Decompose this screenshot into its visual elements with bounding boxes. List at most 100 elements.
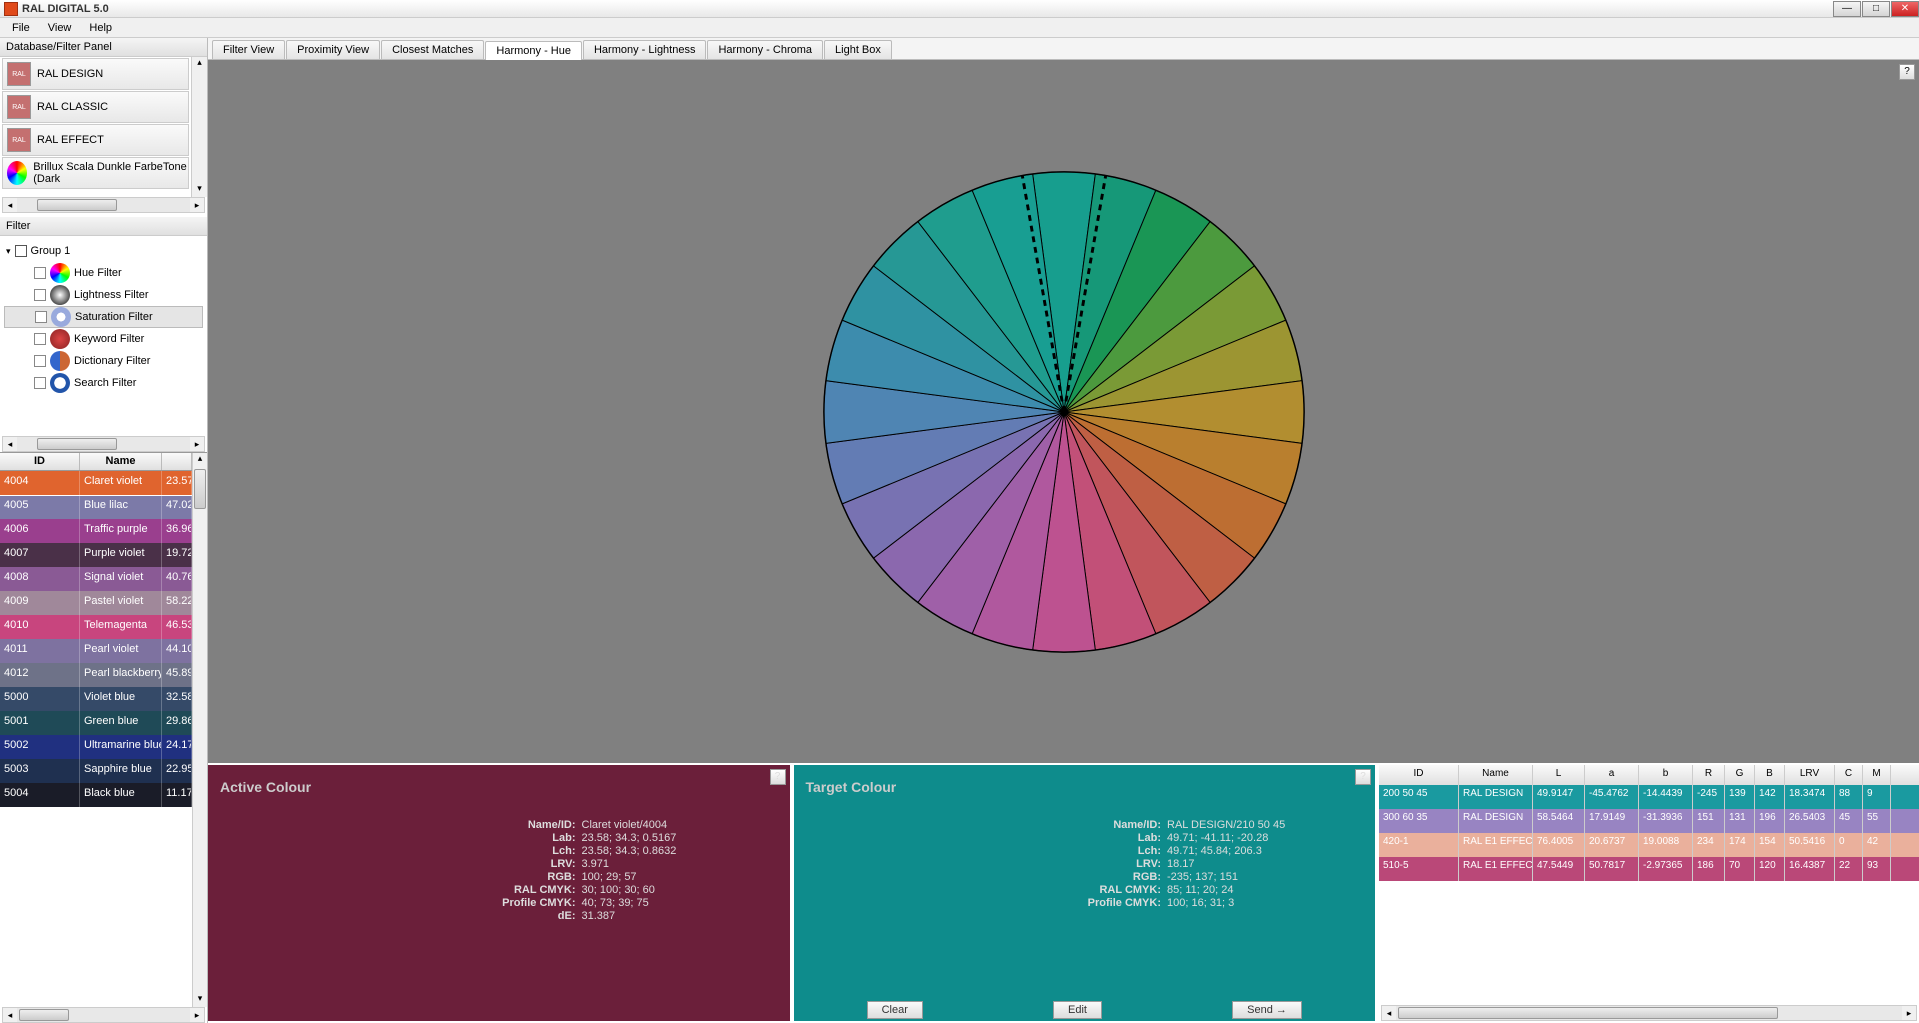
- menu-help[interactable]: Help: [81, 20, 120, 36]
- db-label: RAL DESIGN: [37, 68, 103, 80]
- field-value: 100; 29; 57: [582, 871, 782, 883]
- results-row-0[interactable]: 200 50 45RAL DESIGN49.9147-45.4762-14.44…: [1379, 785, 1919, 809]
- filter-checkbox[interactable]: [35, 311, 47, 323]
- filter-checkbox[interactable]: [34, 355, 46, 367]
- color-row-4005[interactable]: 4005Blue lilac47.024: [0, 495, 192, 519]
- field-value: 31.387: [582, 910, 782, 922]
- color-row-4009[interactable]: 4009Pastel violet58.22: [0, 591, 192, 615]
- active-help-button[interactable]: ?: [770, 769, 786, 785]
- field-key: LRV:: [1021, 858, 1161, 870]
- tab-light-box[interactable]: Light Box: [824, 40, 892, 59]
- clear-button[interactable]: Clear: [867, 1001, 923, 1019]
- results-header-ID[interactable]: ID: [1379, 765, 1459, 785]
- maximize-button[interactable]: □: [1862, 1, 1890, 17]
- filter-checkbox[interactable]: [34, 267, 46, 279]
- field-value: RAL DESIGN/210 50 45: [1167, 819, 1367, 831]
- db-item-1[interactable]: RALRAL CLASSIC: [2, 91, 189, 123]
- filter-keyword-filter[interactable]: Keyword Filter: [4, 328, 203, 350]
- canvas-help-button[interactable]: ?: [1899, 64, 1915, 80]
- tab-harmony-lightness[interactable]: Harmony - Lightness: [583, 40, 707, 59]
- color-row-4008[interactable]: 4008Signal violet40.76: [0, 567, 192, 591]
- color-wheel-icon: [7, 161, 27, 185]
- db-hscroll[interactable]: ◂▸: [2, 197, 205, 213]
- field-value: 30; 100; 30; 60: [582, 884, 782, 896]
- window-title: RAL DIGITAL 5.0: [22, 3, 1832, 15]
- results-header-L[interactable]: L: [1533, 765, 1585, 785]
- color-row-4006[interactable]: 4006Traffic purple36.964: [0, 519, 192, 543]
- results-header-b[interactable]: b: [1639, 765, 1693, 785]
- color-row-5002[interactable]: 5002Ultramarine blue24.178: [0, 735, 192, 759]
- results-header-Name[interactable]: Name: [1459, 765, 1533, 785]
- filter-saturation-filter[interactable]: Saturation Filter: [4, 306, 203, 328]
- field-value: 40; 73; 39; 75: [582, 897, 782, 909]
- tab-harmony-hue[interactable]: Harmony - Hue: [485, 41, 582, 60]
- results-hscroll[interactable]: ◂▸: [1381, 1005, 1917, 1021]
- field-key: RAL CMYK:: [436, 884, 576, 896]
- group-icon: [15, 245, 27, 257]
- edit-button[interactable]: Edit: [1053, 1001, 1102, 1019]
- filter-checkbox[interactable]: [34, 333, 46, 345]
- color-row-4004[interactable]: 4004Claret violet23.578: [0, 471, 192, 495]
- menu-file[interactable]: File: [4, 20, 38, 36]
- db-item-2[interactable]: RALRAL EFFECT: [2, 124, 189, 156]
- tab-harmony-chroma[interactable]: Harmony - Chroma: [707, 40, 823, 59]
- results-row-3[interactable]: 510-5RAL E1 EFFECT47.544950.7817-2.97365…: [1379, 857, 1919, 881]
- field-key: Profile CMYK:: [1021, 897, 1161, 909]
- db-item-3[interactable]: Brillux Scala Dunkle FarbeTone (Dark: [2, 157, 189, 189]
- view-tabs: Filter ViewProximity ViewClosest Matches…: [208, 38, 1919, 60]
- menu-view[interactable]: View: [40, 20, 80, 36]
- tab-proximity-view[interactable]: Proximity View: [286, 40, 380, 59]
- results-header-C[interactable]: C: [1835, 765, 1863, 785]
- hue-wheel[interactable]: [819, 167, 1309, 657]
- hue-wheel-canvas: ?: [208, 60, 1919, 763]
- swatch-icon: RAL: [7, 95, 31, 119]
- results-row-2[interactable]: 420-1RAL E1 EFFECT76.400520.673719.00882…: [1379, 833, 1919, 857]
- field-key: Name/ID:: [436, 819, 576, 831]
- filter-group[interactable]: ▾ Group 1: [4, 240, 203, 262]
- color-row-5001[interactable]: 5001Green blue29.865: [0, 711, 192, 735]
- color-row-5000[interactable]: 5000Violet blue32.58: [0, 687, 192, 711]
- filter-label: Keyword Filter: [74, 333, 144, 345]
- target-colour-panel: ? Target Colour Name/ID:RAL DESIGN/210 5…: [794, 765, 1376, 1021]
- filter-hue-filter[interactable]: Hue Filter: [4, 262, 203, 284]
- expand-icon[interactable]: ▾: [6, 246, 11, 257]
- color-row-4011[interactable]: 4011Pearl violet44.10: [0, 639, 192, 663]
- filter-search-filter[interactable]: Search Filter: [4, 372, 203, 394]
- active-colour-title: Active Colour: [220, 779, 782, 795]
- results-header-M[interactable]: M: [1863, 765, 1891, 785]
- minimize-button[interactable]: —: [1833, 1, 1861, 17]
- filter-header: Filter: [0, 217, 207, 236]
- filter-checkbox[interactable]: [34, 289, 46, 301]
- db-vscroll[interactable]: ▴▾: [191, 57, 207, 197]
- tab-closest-matches[interactable]: Closest Matches: [381, 40, 484, 59]
- filter-icon: [50, 373, 70, 393]
- send-button[interactable]: Send →: [1232, 1001, 1302, 1019]
- db-panel-header: Database/Filter Panel: [0, 38, 207, 57]
- group-label: Group 1: [31, 245, 71, 257]
- filter-label: Dictionary Filter: [74, 355, 150, 367]
- colors-vscroll[interactable]: ▴▾: [192, 453, 207, 1007]
- results-header-G[interactable]: G: [1725, 765, 1755, 785]
- close-button[interactable]: ✕: [1891, 1, 1919, 17]
- results-header-LRV[interactable]: LRV: [1785, 765, 1835, 785]
- results-header-B[interactable]: B: [1755, 765, 1785, 785]
- color-row-4007[interactable]: 4007Purple violet19.72: [0, 543, 192, 567]
- filter-checkbox[interactable]: [34, 377, 46, 389]
- db-label: RAL EFFECT: [37, 134, 104, 146]
- color-row-5003[interactable]: 5003Sapphire blue22.956: [0, 759, 192, 783]
- db-item-0[interactable]: RALRAL DESIGN: [2, 58, 189, 90]
- color-row-5004[interactable]: 5004Black blue11.17: [0, 783, 192, 807]
- color-row-4012[interactable]: 4012Pearl blackberry45.89: [0, 663, 192, 687]
- results-header-a[interactable]: a: [1585, 765, 1639, 785]
- target-help-button[interactable]: ?: [1355, 769, 1371, 785]
- filter-hscroll[interactable]: ◂▸: [2, 436, 205, 452]
- tab-filter-view[interactable]: Filter View: [212, 40, 285, 59]
- results-row-1[interactable]: 300 60 35RAL DESIGN58.546417.9149-31.393…: [1379, 809, 1919, 833]
- filter-lightness-filter[interactable]: Lightness Filter: [4, 284, 203, 306]
- colors-hscroll[interactable]: ◂▸: [2, 1007, 205, 1023]
- field-value: 3.971: [582, 858, 782, 870]
- results-header-R[interactable]: R: [1693, 765, 1725, 785]
- target-colour-title: Target Colour: [806, 779, 1368, 795]
- color-row-4010[interactable]: 4010Telemagenta46.53: [0, 615, 192, 639]
- filter-dictionary-filter[interactable]: Dictionary Filter: [4, 350, 203, 372]
